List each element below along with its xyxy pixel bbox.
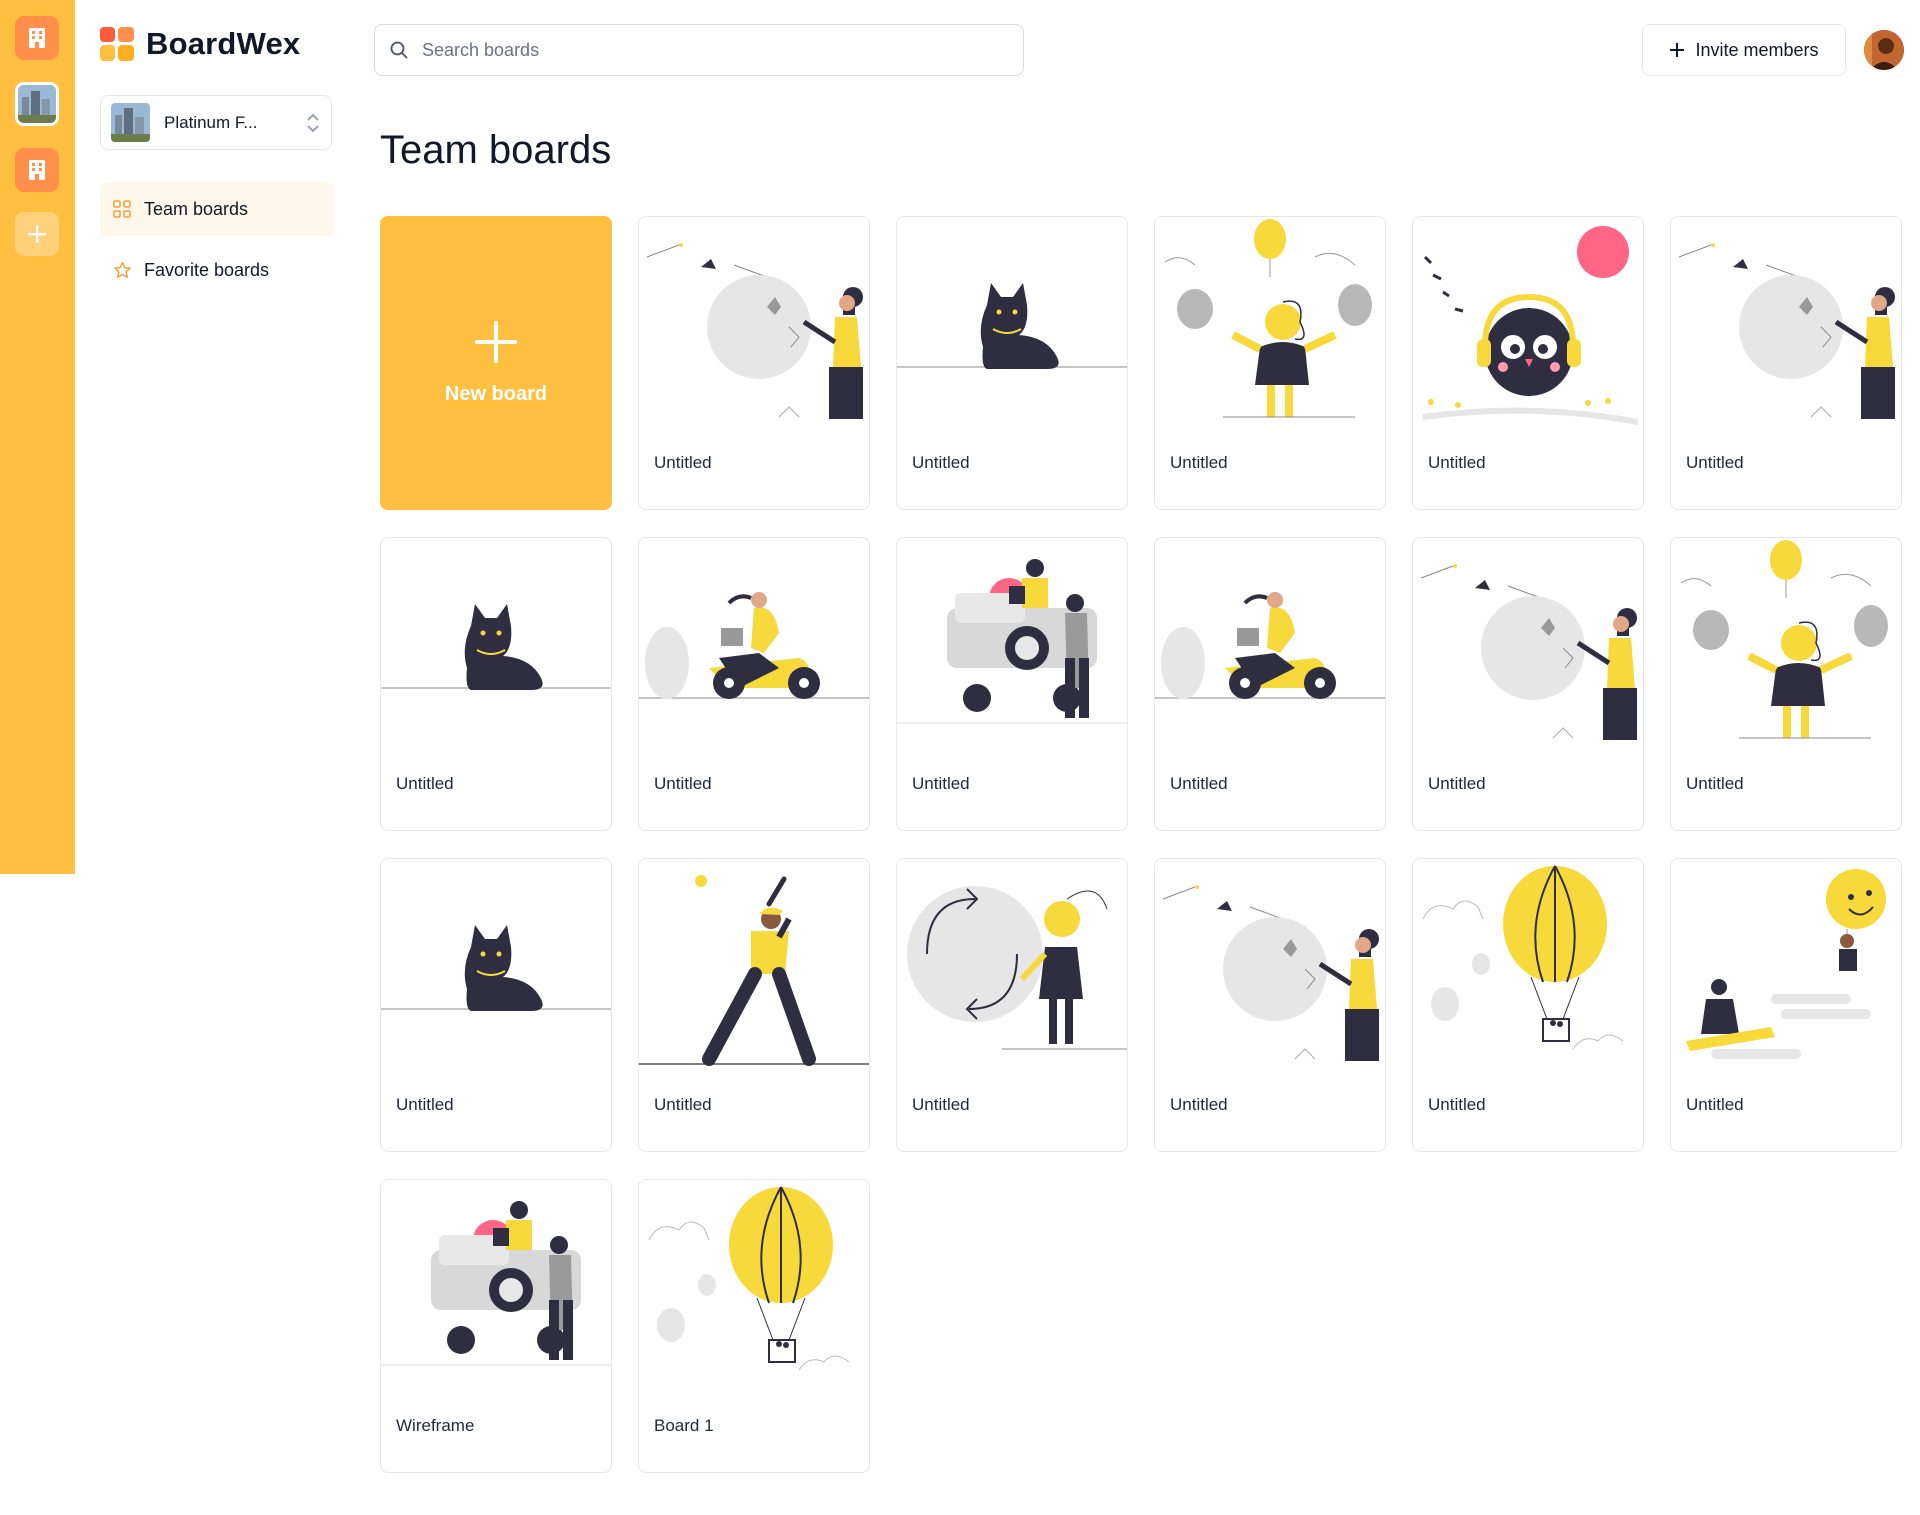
board-title: Board 1 xyxy=(654,1416,714,1435)
board-title: Untitled xyxy=(1686,774,1744,793)
chevron-updown-icon xyxy=(307,113,319,132)
board-thumbnail-fishing xyxy=(1162,885,1379,1061)
board-card[interactable]: Untitled xyxy=(1412,216,1644,510)
board-card[interactable]: Untitled xyxy=(380,858,612,1152)
board-card[interactable]: Untitled xyxy=(638,216,870,510)
board-card[interactable]: Untitled xyxy=(1412,858,1644,1152)
board-thumbnail-smiley-balloon xyxy=(1686,869,1886,1059)
organization-rail xyxy=(0,0,75,874)
new-board-label: New board xyxy=(444,382,548,405)
board-thumbnail-fishing xyxy=(646,243,863,419)
plus-icon xyxy=(475,320,517,363)
board-thumbnail-cat xyxy=(897,283,1127,369)
board-title: Untitled xyxy=(1428,1095,1486,1114)
search-icon xyxy=(390,41,408,59)
board-title: Wireframe xyxy=(396,1416,475,1435)
board-thumbnail-circle-arrows xyxy=(907,886,1127,1050)
board-card[interactable]: Untitled xyxy=(1154,858,1386,1152)
board-title: Untitled xyxy=(1428,774,1486,793)
add-organization-button[interactable] xyxy=(15,212,59,256)
board-thumbnail-jeep xyxy=(381,1201,611,1366)
board-thumbnail-fishing xyxy=(1678,243,1895,419)
invite-members-button[interactable]: Invite members xyxy=(1642,24,1846,76)
board-thumbnail-scooter xyxy=(639,592,869,699)
board-title: Untitled xyxy=(654,774,712,793)
search-input[interactable] xyxy=(420,38,1004,62)
board-title: Untitled xyxy=(1686,453,1744,472)
board-card[interactable]: Untitled xyxy=(1670,537,1902,831)
sidebar-item-favorite-boards[interactable]: Favorite boards xyxy=(100,243,334,297)
board-card[interactable]: Untitled xyxy=(1154,537,1386,831)
org-name: Platinum F... xyxy=(164,112,258,132)
board-title: Untitled xyxy=(1170,1095,1228,1114)
org-city-button[interactable] xyxy=(15,82,59,126)
board-card[interactable]: Untitled xyxy=(896,216,1128,510)
plus-icon xyxy=(1670,43,1685,57)
new-board-button[interactable]: New board xyxy=(380,216,612,510)
org-thumbnail xyxy=(111,103,150,142)
board-thumbnail-cat xyxy=(381,925,611,1011)
board-thumbnail-cat xyxy=(381,604,611,690)
organization-switcher[interactable]: Platinum F... xyxy=(100,95,332,150)
app-name: BoardWex xyxy=(146,26,301,61)
board-title: Untitled xyxy=(912,453,970,472)
board-title: Untitled xyxy=(912,774,970,793)
board-thumbnail-jeep xyxy=(897,559,1127,724)
board-thumbnail-balloons xyxy=(1164,219,1372,418)
board-thumbnail-scooter xyxy=(1155,592,1385,699)
app-logo[interactable]: BoardWex xyxy=(100,26,300,62)
star-icon xyxy=(112,260,132,280)
board-title: Untitled xyxy=(1170,453,1228,472)
city-photo xyxy=(18,85,56,123)
board-title: Untitled xyxy=(1428,453,1486,472)
search-bar[interactable] xyxy=(374,24,1024,76)
sidebar-item-label: Team boards xyxy=(144,198,249,219)
sidebar-item-team-boards[interactable]: Team boards xyxy=(100,182,334,236)
page-title: Team boards xyxy=(380,128,612,172)
board-card[interactable]: Untitled xyxy=(896,858,1128,1152)
board-thumbnail-music-bird xyxy=(1422,226,1639,425)
board-card[interactable]: Untitled xyxy=(1412,537,1644,831)
invite-members-label: Invite members xyxy=(1695,39,1819,60)
logo-icon xyxy=(100,27,134,61)
building-icon xyxy=(29,28,45,48)
board-card[interactable]: Untitled xyxy=(1670,216,1902,510)
board-title: Untitled xyxy=(396,774,454,793)
board-card[interactable]: Board 1 xyxy=(638,1179,870,1473)
board-card[interactable]: Untitled xyxy=(1670,858,1902,1152)
grid-icon xyxy=(112,199,132,219)
org-building-button[interactable] xyxy=(15,16,59,60)
building-icon xyxy=(29,160,45,180)
org-building-button[interactable] xyxy=(15,148,59,192)
board-thumbnail-fishing xyxy=(1420,564,1637,740)
sidebar-item-label: Favorite boards xyxy=(144,259,270,280)
board-card[interactable]: Untitled xyxy=(380,537,612,831)
board-card[interactable]: Untitled xyxy=(638,537,870,831)
board-card[interactable]: Untitled xyxy=(638,858,870,1152)
board-thumbnail-baseball xyxy=(639,875,869,1066)
board-title: Untitled xyxy=(1686,1095,1744,1114)
board-thumbnail-hot-air-balloon xyxy=(1422,865,1624,1050)
plus-icon xyxy=(28,225,46,243)
board-card[interactable]: Untitled xyxy=(1154,216,1386,510)
board-title: Untitled xyxy=(912,1095,970,1114)
board-title: Untitled xyxy=(396,1095,454,1114)
board-title: Untitled xyxy=(654,453,712,472)
user-avatar[interactable] xyxy=(1864,30,1904,70)
board-card[interactable]: Wireframe xyxy=(380,1179,612,1473)
board-title: Untitled xyxy=(1170,774,1228,793)
board-title: Untitled xyxy=(654,1095,712,1114)
board-thumbnail-hot-air-balloon xyxy=(648,1186,850,1371)
board-card[interactable]: Untitled xyxy=(896,537,1128,831)
board-thumbnail-balloons xyxy=(1680,540,1888,739)
